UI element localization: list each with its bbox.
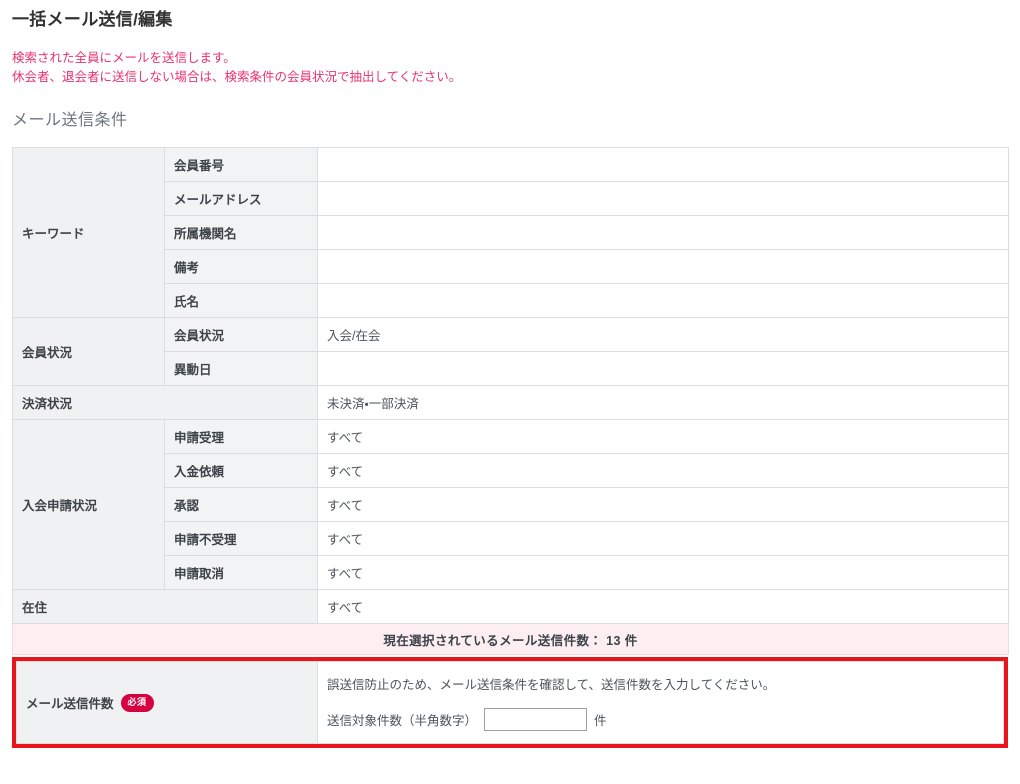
group-label-payment-status: 決済状況 [12,385,318,421]
group-label-member-status: 会員状況 [12,317,165,387]
value-application-cancelled: すべて [317,555,1009,591]
mail-count-description: 誤送信防止のため、メール送信条件を確認して、送信件数を入力してください。 [327,678,776,693]
sublabel-member-number: 会員番号 [164,147,318,183]
sublabel-transfer-date: 異動日 [164,351,318,387]
selected-count-row: 現在選択されているメール送信件数： 13 件 [12,623,1009,656]
table-row: メール送信件数 必須 誤送信防止のため、メール送信条件を確認して、送信件数を入力… [16,661,1004,745]
selected-count-text: 現在選択されているメール送信件数： 13 件 [12,623,1009,656]
value-member-number [317,147,1009,183]
table-row: 決済状況 未決済・一部決済 [12,385,1009,421]
mail-count-value-cell: 誤送信防止のため、メール送信条件を確認して、送信件数を入力してください。 送信対… [317,661,1004,745]
table-row: 入会申請状況 申請受理 すべて [12,419,1009,591]
value-payment-status: 未決済・一部決済 [317,385,1009,421]
sublabel-remarks: 備考 [164,249,318,285]
sublabel-organization-name: 所属機関名 [164,215,318,251]
bulk-mail-edit-page: 一括メール送信/編集 検索された全員にメールを送信します。 休会者、退会者に送信… [0,9,1020,784]
notice-line-2: 休会者、退会者に送信しない場合は、検索条件の会員状況で抽出してください。 [12,70,462,85]
value-approval: すべて [317,487,1009,523]
page-title: 一括メール送信/編集 [12,10,173,29]
required-badge: 必須 [120,693,154,712]
sublabel-full-name: 氏名 [164,283,318,319]
value-application-rejected: すべて [317,521,1009,557]
notice-text: 検索された全員にメールを送信します。 休会者、退会者に送信しない場合は、検索条件… [12,49,1008,88]
value-remarks [317,249,1009,285]
mail-conditions-table: キーワード 会員番号 メールアドレス 所属機関名 備考 氏名 会員状況 会員状況… [12,147,1009,656]
sublabel-email-address: メールアドレス [164,181,318,217]
sublabel-member-status: 会員状況 [164,317,318,353]
value-organization-name [317,215,1009,251]
sublabel-payment-request: 入金依頼 [164,453,318,489]
mail-count-label: メール送信件数 [26,697,114,712]
value-application-accepted: すべて [317,419,1009,455]
value-member-status: 入会/在会 [317,317,1009,353]
group-label-keyword: キーワード [12,147,165,319]
value-transfer-date [317,351,1009,387]
table-row: キーワード 会員番号 [12,147,1009,319]
value-residence: すべて [317,589,1009,625]
value-payment-request: すべて [317,453,1009,489]
mail-count-input-label: 送信対象件数（半角数字） [327,713,478,728]
mail-count-input-row: 送信対象件数（半角数字） 件 [327,707,994,731]
value-full-name [317,283,1009,319]
value-email-address [317,181,1009,217]
table-row: 会員状況 会員状況 入会/在会 [12,317,1009,387]
send-target-count-input[interactable] [484,707,588,731]
sublabel-application-accepted: 申請受理 [164,419,318,455]
mail-count-table: メール送信件数 必須 誤送信防止のため、メール送信条件を確認して、送信件数を入力… [16,661,1004,745]
group-label-residence: 在住 [12,589,318,625]
mail-count-label-cell: メール送信件数 必須 [16,661,318,745]
notice-line-1: 検索された全員にメールを送信します。 [12,51,236,66]
section-title: メール送信条件 [12,111,128,129]
group-label-application-status: 入会申請状況 [12,419,165,591]
sublabel-approval: 承認 [164,487,318,523]
mail-count-input-suffix: 件 [594,713,607,728]
sublabel-application-rejected: 申請不受理 [164,521,318,557]
table-row: 在住 すべて [12,589,1009,625]
required-count-highlight-box: メール送信件数 必須 誤送信防止のため、メール送信条件を確認して、送信件数を入力… [12,657,1008,749]
sublabel-application-cancelled: 申請取消 [164,555,318,591]
